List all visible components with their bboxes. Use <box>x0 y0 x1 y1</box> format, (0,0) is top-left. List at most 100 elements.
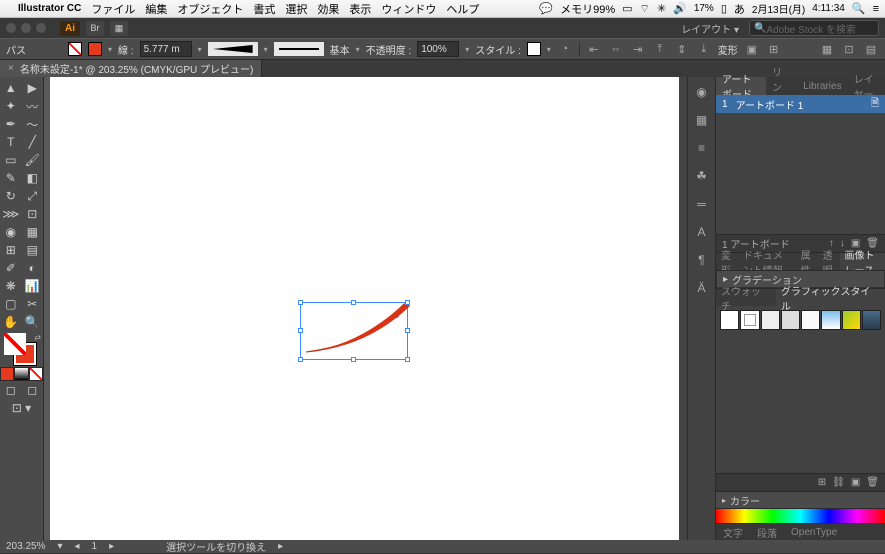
align-bottom-icon[interactable]: ⤓ <box>696 41 712 57</box>
zoom-dd-icon[interactable]: ▾ <box>57 541 62 552</box>
style-metal[interactable] <box>862 310 881 330</box>
lasso-tool[interactable]: 〰 <box>22 97 44 115</box>
artboard-canvas[interactable] <box>50 77 679 540</box>
handle-top-left[interactable] <box>298 300 303 305</box>
fill-stroke-swatches[interactable]: ⇄ <box>0 331 43 367</box>
recolor-icon[interactable]: ◔ <box>557 41 573 57</box>
pen-tool[interactable]: ✒ <box>0 115 22 133</box>
artboard-tool[interactable]: ▢ <box>0 295 22 313</box>
handle-top-right[interactable] <box>405 300 410 305</box>
style-default[interactable] <box>720 310 739 330</box>
style-foliage[interactable] <box>842 310 861 330</box>
eraser-tool[interactable]: ◧ <box>22 169 44 187</box>
input-icon[interactable]: あ <box>734 1 745 17</box>
tab-libraries[interactable]: Libraries <box>797 77 847 95</box>
tab-graphicstyles[interactable]: グラフィックスタイル <box>776 289 885 306</box>
gradient-tool[interactable]: ▤ <box>22 241 44 259</box>
tab-swatches[interactable]: スウォッチ <box>716 289 776 306</box>
color-panel-icon[interactable]: ◉ <box>693 83 711 101</box>
volume-icon[interactable]: 🔊 <box>673 2 687 15</box>
menu-effect[interactable]: 効果 <box>317 1 339 17</box>
transform-label[interactable]: 変形 <box>718 42 738 57</box>
handle-mid-right[interactable] <box>405 328 410 333</box>
width-tool[interactable]: ⋙ <box>0 205 22 223</box>
gpu-icon[interactable]: ⊡ <box>841 41 857 57</box>
type-tool[interactable]: T <box>0 133 22 151</box>
rectangle-tool[interactable]: ▭ <box>0 151 22 169</box>
stroke-panel-icon[interactable]: ═ <box>693 195 711 213</box>
isolate-icon[interactable]: ▣ <box>744 41 760 57</box>
tab-artboards[interactable]: アートボード <box>716 77 766 95</box>
zoom-tool[interactable]: 🔍 <box>22 313 44 331</box>
symbols-panel-icon[interactable]: ☘ <box>693 167 711 185</box>
tab-links[interactable]: リンク <box>766 77 797 95</box>
menu-extra-icon[interactable]: ≡ <box>873 3 879 15</box>
selection-bounding-box[interactable] <box>300 302 408 360</box>
edit-icon[interactable]: ⊞ <box>766 41 782 57</box>
break-link-icon[interactable]: ⛓ <box>832 477 845 488</box>
artboard-options-icon[interactable]: 🗎 <box>871 96 879 113</box>
opacity-dd[interactable]: ▾ <box>465 45 469 54</box>
artboard-nav-next-icon[interactable]: ▸ <box>109 541 114 552</box>
draw-behind-icon[interactable]: ◻ <box>22 381 44 399</box>
tab-opentype[interactable]: OpenType <box>784 524 844 540</box>
glyph-panel-icon[interactable]: Ä <box>693 279 711 297</box>
width-profile[interactable] <box>208 42 258 56</box>
symbol-spray-tool[interactable]: ❋ <box>0 277 22 295</box>
profile-dd[interactable]: ▾ <box>264 45 268 54</box>
style-sky[interactable] <box>821 310 840 330</box>
shaper-tool[interactable]: ✎ <box>0 169 22 187</box>
shape-builder-tool[interactable]: ◉ <box>0 223 22 241</box>
menu-object[interactable]: オブジェクト <box>177 1 243 17</box>
vertical-scrollbar[interactable] <box>679 77 687 540</box>
graph-tool[interactable]: 📊 <box>22 277 44 295</box>
magic-wand-tool[interactable]: ✦ <box>0 97 22 115</box>
style-grey[interactable] <box>761 310 780 330</box>
menu-select[interactable]: 選択 <box>285 1 307 17</box>
curvature-tool[interactable]: 〜 <box>22 115 44 133</box>
line-tool[interactable]: ╱ <box>22 133 44 151</box>
color-panel-header[interactable]: ▸ カラー <box>716 491 885 509</box>
style-outline[interactable] <box>801 310 820 330</box>
zoom-window[interactable] <box>36 23 46 33</box>
menu-type[interactable]: 書式 <box>253 1 275 17</box>
mesh-tool[interactable]: ⊞ <box>0 241 22 259</box>
menu-help[interactable]: ヘルプ <box>446 1 479 17</box>
tab-character[interactable]: 文字 <box>716 524 750 540</box>
menu-edit[interactable]: 編集 <box>145 1 167 17</box>
tab-imagetrace[interactable]: 画像トレース <box>840 253 885 270</box>
battery-glyph[interactable]: ▯ <box>721 2 727 15</box>
mem-icon[interactable]: メモリ99% <box>560 1 615 17</box>
style-nofill[interactable] <box>740 310 759 330</box>
perspective-tool[interactable]: ▦ <box>22 223 44 241</box>
none-color-mode[interactable] <box>29 367 43 381</box>
tab-paragraph[interactable]: 段落 <box>750 524 784 540</box>
handle-bot-left[interactable] <box>298 357 303 362</box>
tab-attributes[interactable]: 属性 <box>796 253 818 270</box>
artboard-page[interactable]: 1 <box>92 541 98 552</box>
spotlight-icon[interactable]: 🔍 <box>852 2 866 15</box>
style-shadow[interactable] <box>781 310 800 330</box>
brush-dd[interactable]: ▾ <box>356 45 360 54</box>
para-panel-icon[interactable]: ¶ <box>693 251 711 269</box>
tab-transparency[interactable]: 透明 <box>818 253 840 270</box>
styles-lib-icon[interactable]: ⊞ <box>818 477 826 488</box>
screen-mode-icon[interactable]: ⊡ ▾ <box>0 399 43 417</box>
stock-icon[interactable]: ▦ <box>110 21 128 36</box>
handle-mid-left[interactable] <box>298 328 303 333</box>
prefs-icon[interactable]: ▤ <box>863 41 879 57</box>
tab-layers[interactable]: レイヤー <box>848 77 885 95</box>
close-tab-icon[interactable]: × <box>8 63 14 74</box>
wifi-icon[interactable]: ⌔ <box>640 2 650 16</box>
blend-tool[interactable]: ◐ <box>22 259 44 277</box>
swatches-panel-icon[interactable]: ▦ <box>693 111 711 129</box>
direct-select-tool[interactable]: ▶ <box>22 79 44 97</box>
style-swatch[interactable] <box>527 42 541 56</box>
handle-top-mid[interactable] <box>351 300 356 305</box>
artboard-list-item[interactable]: 1 アートボード 1 🗎 <box>716 95 885 113</box>
slice-tool[interactable]: ✂ <box>22 295 44 313</box>
align-hcenter-icon[interactable]: ⇔ <box>608 41 624 57</box>
layout-dropdown[interactable]: レイアウト ▾ <box>681 21 739 36</box>
menu-window[interactable]: ウィンドウ <box>381 1 436 17</box>
color-spectrum[interactable] <box>716 509 885 523</box>
